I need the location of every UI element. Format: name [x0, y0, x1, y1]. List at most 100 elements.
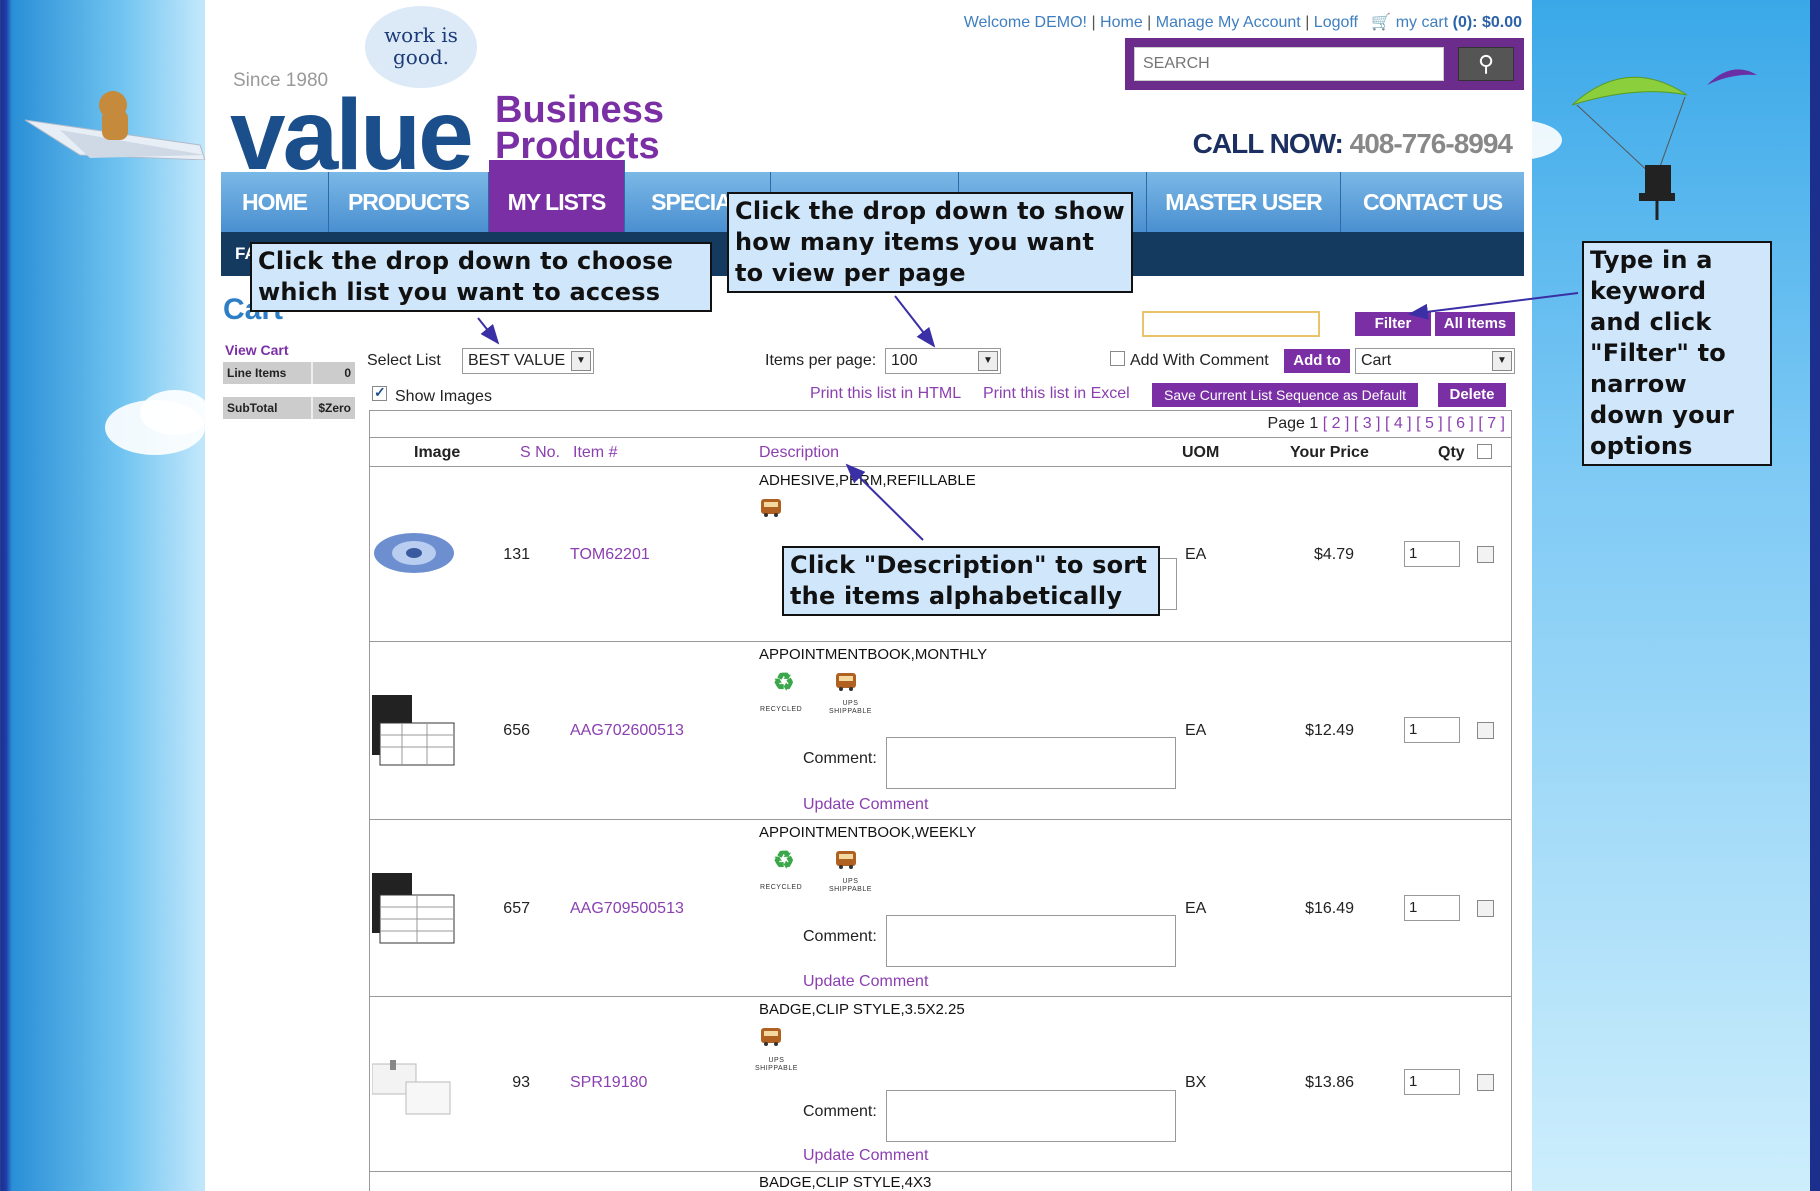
nav-my-lists[interactable]: MY LISTS: [489, 160, 625, 232]
product-image: [372, 695, 455, 766]
current-page: Page 1: [1267, 415, 1319, 432]
add-to-target-dropdown[interactable]: Cart ▼: [1355, 348, 1515, 374]
header-item[interactable]: Item #: [573, 444, 617, 462]
nav-contact-us[interactable]: CONTACT US: [1341, 172, 1524, 232]
item-price: $13.86: [1305, 1074, 1354, 1091]
callout-filter: Type in a keyword and click "Filter" to …: [1582, 241, 1772, 466]
add-with-comment-checkbox[interactable]: [1110, 351, 1125, 366]
table-row: BADGE,CLIP STYLE,4X3: [370, 1172, 1511, 1191]
header-uom: UOM: [1182, 444, 1220, 461]
item-sno: 656: [503, 722, 530, 739]
item-number-link[interactable]: TOM62201: [570, 546, 650, 564]
item-number-link[interactable]: AAG709500513: [570, 900, 684, 918]
header-sno[interactable]: S No.: [520, 444, 560, 462]
item-description: BADGE,CLIP STYLE,4X3: [759, 1174, 932, 1191]
logo-business-products[interactable]: Business Products: [495, 91, 664, 165]
chevron-down-icon: ▼: [1492, 351, 1512, 371]
item-sno: 93: [512, 1074, 530, 1091]
view-cart-link[interactable]: View Cart: [225, 342, 289, 358]
nav-home[interactable]: HOME: [221, 172, 329, 232]
manage-account-link[interactable]: Manage My Account: [1156, 14, 1301, 31]
select-all-checkbox[interactable]: [1477, 444, 1492, 459]
nav-master-user[interactable]: MASTER USER: [1147, 172, 1341, 232]
page-links[interactable]: [ 2 ] [ 3 ] [ 4 ] [ 5 ] [ 6 ] [ 7 ]: [1323, 415, 1505, 432]
header-description[interactable]: Description: [759, 444, 839, 462]
item-sno: 131: [503, 546, 530, 563]
update-comment-link[interactable]: Update Comment: [803, 973, 928, 991]
select-list-dropdown[interactable]: BEST VALUE ▼: [462, 348, 594, 374]
add-to-button[interactable]: Add to: [1284, 349, 1350, 373]
my-cart-link[interactable]: my cart (0): $0.00: [1396, 14, 1522, 31]
row-checkbox[interactable]: [1477, 1074, 1494, 1091]
nav-products[interactable]: PRODUCTS: [329, 172, 489, 232]
search-input[interactable]: [1134, 47, 1444, 81]
ups-shippable-label: UPS SHIPPABLE: [755, 1057, 798, 1072]
item-number-link[interactable]: SPR19180: [570, 1074, 647, 1092]
all-items-button[interactable]: All Items: [1435, 312, 1515, 336]
save-sequence-button[interactable]: Save Current List Sequence as Default: [1152, 383, 1418, 407]
line-items-label: Line Items: [227, 366, 287, 380]
items-per-page-dropdown[interactable]: 100 ▼: [885, 348, 1001, 374]
item-description: BADGE,CLIP STYLE,3.5X2.25: [759, 1001, 965, 1018]
item-description: APPOINTMENTBOOK,WEEKLY: [759, 824, 977, 841]
call-now: CALL NOW: 408-776-8994: [1192, 128, 1513, 159]
add-with-comment-label: Add With Comment: [1130, 352, 1269, 369]
chevron-down-icon: ▼: [571, 351, 591, 371]
line-items-value: 0: [344, 366, 351, 380]
table-row: APPOINTMENTBOOK,WEEKLY ♻ RECYCLED UPS SHI…: [370, 820, 1511, 997]
update-comment-link[interactable]: Update Comment: [803, 796, 928, 814]
callout-description: Click "Description" to sort the items al…: [782, 546, 1160, 616]
product-image: [372, 873, 455, 944]
search-button[interactable]: ⚲: [1458, 47, 1514, 81]
recycled-label: RECYCLED: [760, 706, 803, 713]
print-html-link[interactable]: Print this list in HTML: [810, 385, 961, 403]
ups-shippable-label: UPS SHIPPABLE: [829, 700, 872, 715]
chevron-down-icon: ▼: [978, 351, 998, 371]
list-table: Page 1 [ 2 ] [ 3 ] [ 4 ] [ 5 ] [ 6 ] [ 7…: [369, 410, 1512, 1191]
subtotal-value: $Zero: [318, 401, 351, 415]
item-number-link[interactable]: AAG702600513: [570, 722, 684, 740]
comment-field[interactable]: [886, 737, 1176, 789]
qty-input[interactable]: 1: [1404, 895, 1460, 921]
logoff-link[interactable]: Logoff: [1314, 14, 1358, 31]
table-header: Image S No. Item # Description UOM Your …: [370, 437, 1511, 467]
header-image: Image: [414, 444, 461, 461]
item-uom: EA: [1185, 900, 1207, 917]
show-images-checkbox[interactable]: [372, 384, 387, 401]
qty-input[interactable]: 1: [1404, 717, 1460, 743]
row-checkbox[interactable]: [1477, 900, 1494, 917]
search-bar: ⚲: [1125, 38, 1524, 90]
phone-number: 408-776-8994: [1349, 128, 1513, 159]
table-row: BADGE,CLIP STYLE,3.5X2.25 UPS SHIPPABLE 9…: [370, 997, 1511, 1172]
subtotal-summary: SubTotal $Zero: [223, 397, 355, 419]
row-checkbox[interactable]: [1477, 546, 1494, 563]
filter-button[interactable]: Filter: [1355, 312, 1431, 336]
comment-label: Comment:: [803, 1103, 877, 1120]
ups-shippable-icon: [761, 499, 781, 517]
filter-input[interactable]: [1142, 311, 1320, 337]
recycled-label: RECYCLED: [760, 884, 803, 891]
select-list-label: Select List: [367, 352, 441, 369]
item-description: ADHESIVE,PERM,REFILLABLE: [759, 472, 976, 489]
subtotal-label: SubTotal: [227, 401, 278, 415]
update-comment-link[interactable]: Update Comment: [803, 1147, 928, 1165]
comment-field[interactable]: [886, 1090, 1176, 1142]
item-uom: BX: [1185, 1074, 1207, 1091]
items-per-page-label: Items per page:: [765, 352, 877, 369]
row-checkbox[interactable]: [1477, 722, 1494, 739]
table-row: APPOINTMENTBOOK,MONTHLY ♻ RECYCLED UPS SH…: [370, 642, 1511, 820]
qty-input[interactable]: 1: [1404, 541, 1460, 567]
product-image: [374, 533, 454, 573]
cart-icon[interactable]: 🛒: [1371, 14, 1391, 31]
comment-label: Comment:: [803, 750, 877, 767]
comment-field[interactable]: [886, 915, 1176, 967]
ups-shippable-icon: [761, 1028, 781, 1046]
ups-shippable-icon: [836, 673, 856, 691]
item-price: $12.49: [1305, 722, 1354, 739]
home-link[interactable]: Home: [1100, 14, 1143, 31]
qty-input[interactable]: 1: [1404, 1069, 1460, 1095]
print-excel-link[interactable]: Print this list in Excel: [983, 385, 1130, 403]
delete-button[interactable]: Delete: [1438, 383, 1506, 407]
recycled-icon: ♻: [773, 669, 795, 696]
header-qty: Qty: [1438, 444, 1465, 461]
